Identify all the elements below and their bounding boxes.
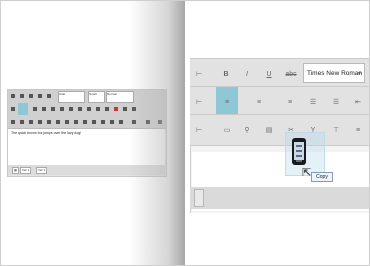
numbered-list-icon[interactable] xyxy=(60,107,64,111)
align-right-icon[interactable]: ≡ xyxy=(248,87,270,117)
format-icon[interactable] xyxy=(101,120,105,124)
strikethrough-icon[interactable] xyxy=(47,94,51,98)
align-left-icon[interactable] xyxy=(11,120,15,124)
italic-icon[interactable]: I xyxy=(236,59,258,89)
mini-tab-2[interactable]: Tab 2 xyxy=(36,167,48,174)
bullet-list-icon[interactable]: ☰ xyxy=(302,87,324,117)
insert-image-icon[interactable]: ▭ xyxy=(216,115,238,145)
toolbar-insert: ⊢ ▭ ⚲ ▤ ✂ Y ⊤ ≡ xyxy=(190,114,369,146)
outdent-icon[interactable]: ⇤ xyxy=(347,87,369,117)
bold-icon[interactable] xyxy=(20,94,24,98)
hr-icon[interactable]: ⊤ xyxy=(325,115,347,145)
chevron-down-icon: ▼ xyxy=(357,71,362,77)
cut-icon[interactable] xyxy=(47,120,51,124)
justify-icon[interactable] xyxy=(42,107,46,111)
align-left-icon[interactable] xyxy=(11,107,15,111)
bullet-list-icon[interactable] xyxy=(51,107,55,111)
editor-statusbar xyxy=(190,187,369,209)
numbered-list-icon[interactable]: ☰ xyxy=(325,87,347,117)
font-family-select[interactable]: Times New Roman ▼ xyxy=(303,63,365,83)
page-fold-shadow xyxy=(129,1,185,265)
mini-font-select[interactable]: Arial xyxy=(58,91,85,103)
highlight-icon[interactable] xyxy=(123,107,127,111)
align-left-icon[interactable]: ⊢ xyxy=(192,115,206,145)
clear-icon[interactable] xyxy=(110,120,114,124)
align-left-icon[interactable] xyxy=(11,94,15,98)
underline-icon[interactable]: U xyxy=(258,59,280,89)
strikethrough-icon[interactable]: abc xyxy=(280,59,302,89)
format-icon[interactable]: ≡ xyxy=(347,115,369,145)
color-icon[interactable] xyxy=(114,107,118,111)
bold-icon[interactable]: B xyxy=(215,59,237,89)
font-family-value: Times New Roman xyxy=(307,70,363,77)
source-icon[interactable] xyxy=(119,120,123,124)
toggle-view-button[interactable] xyxy=(194,189,204,207)
undo-icon[interactable] xyxy=(74,120,78,124)
paste-icon[interactable] xyxy=(65,120,69,124)
screenshot-frame: Arial Small Normal The quick brown fox j… xyxy=(0,0,370,266)
mini-tab-icon[interactable]: ▦ xyxy=(12,167,19,174)
align-left-icon[interactable]: ⊢ xyxy=(192,87,206,117)
outdent-icon[interactable] xyxy=(69,107,73,111)
image-icon[interactable] xyxy=(96,107,100,111)
insert-link-icon[interactable]: ⚲ xyxy=(236,115,258,145)
indent-icon[interactable] xyxy=(78,107,82,111)
link-icon[interactable] xyxy=(87,107,91,111)
mini-tab-1[interactable]: Tab 1 xyxy=(20,167,32,174)
cursor-icon: ⇱ xyxy=(302,167,312,179)
image-icon[interactable] xyxy=(20,120,24,124)
mini-size-select[interactable]: Small xyxy=(88,91,105,103)
underline-icon[interactable] xyxy=(38,94,42,98)
align-center-icon[interactable]: ≡ xyxy=(216,87,238,117)
table-icon[interactable] xyxy=(105,107,109,111)
justify-icon[interactable]: ≡ xyxy=(279,87,301,117)
align-left-icon[interactable]: ⊢ xyxy=(192,59,206,89)
phone-screen xyxy=(294,142,304,162)
align-right-icon[interactable] xyxy=(33,107,37,111)
drag-copy-tooltip: Copy xyxy=(311,172,333,182)
mini-content-text: The quick brown fox jumps over the lazy … xyxy=(11,131,82,135)
phone-image-icon[interactable] xyxy=(292,138,306,165)
link-icon[interactable] xyxy=(29,120,33,124)
hr-icon[interactable] xyxy=(92,120,96,124)
insert-table-icon[interactable]: ▤ xyxy=(258,115,280,145)
align-center-icon[interactable] xyxy=(18,103,28,115)
table-icon[interactable] xyxy=(38,120,42,124)
redo-icon[interactable] xyxy=(83,120,87,124)
italic-icon[interactable] xyxy=(29,94,33,98)
copy-icon[interactable] xyxy=(56,120,60,124)
